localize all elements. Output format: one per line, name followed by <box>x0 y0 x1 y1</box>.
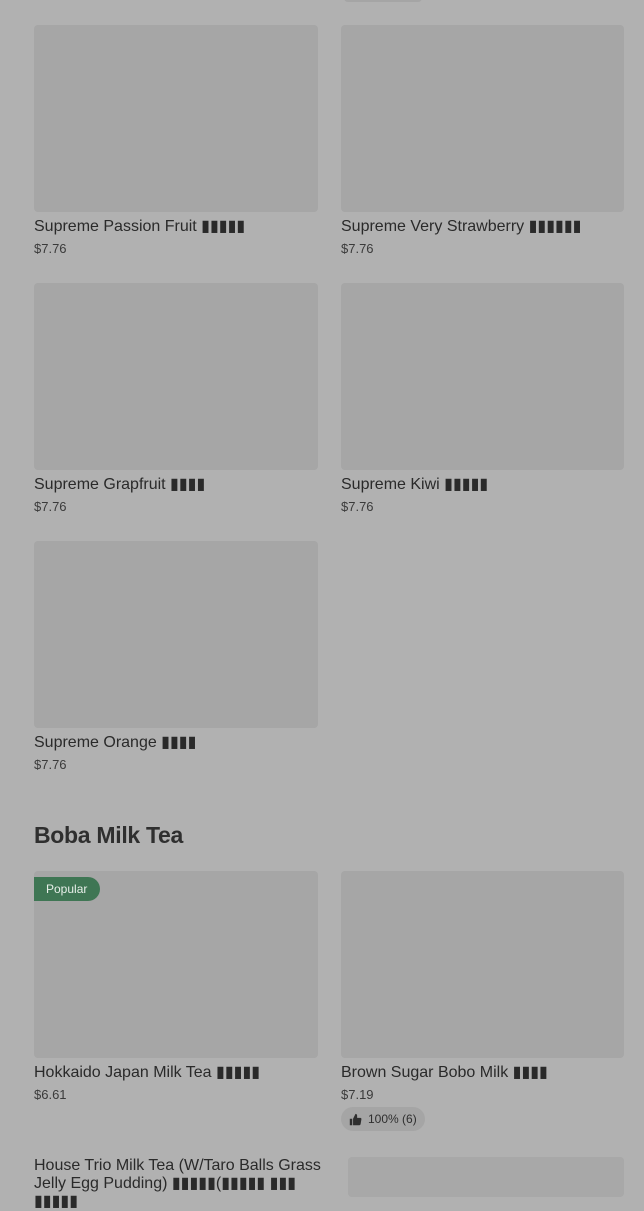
item-image <box>34 283 318 470</box>
item-name: Supreme Kiwi ▮▮▮▮▮ <box>341 476 489 493</box>
item-name: Brown Sugar Bobo Milk ▮▮▮▮ <box>341 1064 548 1081</box>
menu-item-card[interactable]: Supreme Passion Fruit ▮▮▮▮▮ $7.76 <box>34 25 318 265</box>
item-price: $6.61 <box>34 1087 67 1102</box>
item-name: Supreme Orange ▮▮▮▮ <box>34 734 197 751</box>
item-image <box>341 25 624 212</box>
rating-chip: 100% (6) <box>341 1107 425 1131</box>
menu-item-card[interactable]: Supreme Orange ▮▮▮▮ $7.76 <box>34 541 318 781</box>
thumbs-up-icon <box>349 1113 362 1125</box>
menu-item-card[interactable]: Brown Sugar Bobo Milk ▮▮▮▮ $7.19 100% (6… <box>341 871 624 1136</box>
partial-top-chip <box>344 0 422 2</box>
item-price: $7.19 <box>341 1087 374 1102</box>
item-name: Hokkaido Japan Milk Tea ▮▮▮▮▮ <box>34 1064 261 1081</box>
item-image <box>34 541 318 728</box>
item-price: $7.76 <box>34 499 67 514</box>
menu-item-card[interactable]: Supreme Very Strawberry ▮▮▮▮▮▮ $7.76 <box>341 25 624 265</box>
item-price: $7.76 <box>34 241 67 256</box>
item-image <box>34 25 318 212</box>
item-image <box>341 871 624 1058</box>
popular-badge: Popular <box>34 877 101 901</box>
menu-item-card[interactable]: Popular Hokkaido Japan Milk Tea ▮▮▮▮▮ $6… <box>34 871 318 1111</box>
item-image[interactable] <box>348 1157 624 1197</box>
item-name[interactable]: House Trio Milk Tea (W/Taro Balls Grass … <box>34 1157 344 1211</box>
section-title: Boba Milk Tea <box>34 822 184 848</box>
menu-item-card[interactable]: Supreme Grapfruit ▮▮▮▮ $7.76 <box>34 283 318 523</box>
item-name: Supreme Passion Fruit ▮▮▮▮▮ <box>34 218 246 235</box>
item-image <box>341 283 624 470</box>
item-name: Supreme Grapfruit ▮▮▮▮ <box>34 476 206 493</box>
item-price: $7.76 <box>341 241 374 256</box>
item-price: $7.76 <box>341 499 374 514</box>
item-name: Supreme Very Strawberry ▮▮▮▮▮▮ <box>341 218 582 235</box>
item-price: $7.76 <box>34 757 67 772</box>
rating-text: 100% (6) <box>368 1112 417 1126</box>
menu-item-card[interactable]: Supreme Kiwi ▮▮▮▮▮ $7.76 <box>341 283 624 523</box>
